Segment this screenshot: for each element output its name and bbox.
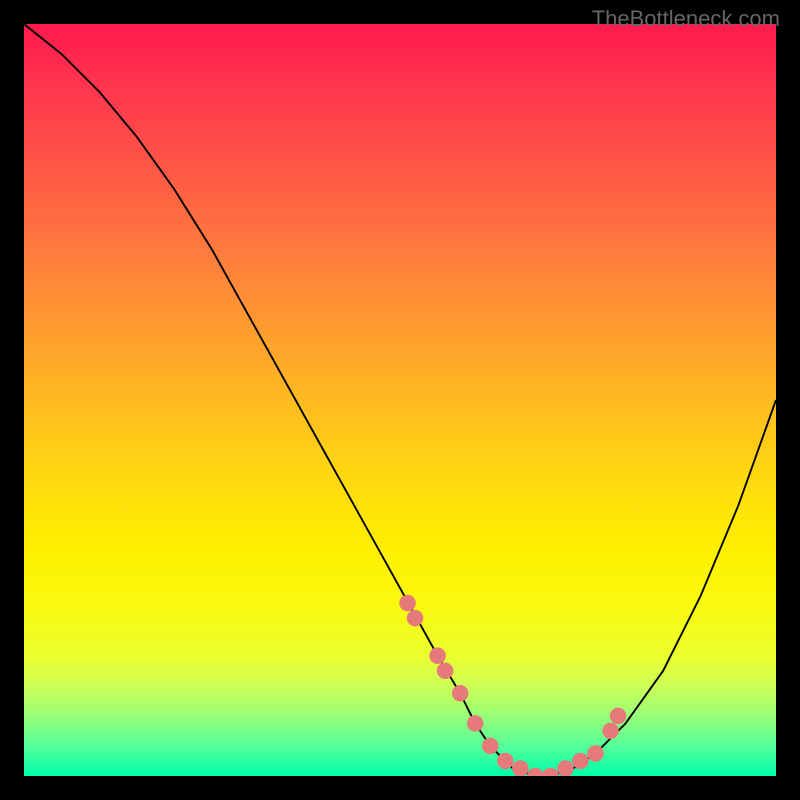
marker-dot — [572, 753, 589, 770]
marker-dot — [407, 610, 424, 627]
marker-dot — [542, 768, 559, 776]
watermark-text: TheBottleneck.com — [592, 6, 780, 32]
marker-dot — [437, 662, 454, 679]
marker-dot — [452, 685, 469, 702]
marker-dot — [587, 745, 604, 762]
marker-dot — [467, 715, 484, 732]
marker-dot — [527, 768, 544, 776]
plot-gradient-area — [24, 24, 776, 776]
marker-dot — [482, 738, 499, 755]
marker-dot — [557, 760, 574, 776]
marker-dot — [610, 708, 627, 725]
marker-dot — [399, 595, 416, 612]
marker-dot — [429, 647, 446, 664]
marker-dot — [602, 723, 619, 740]
chart-svg — [24, 24, 776, 776]
highlight-markers — [399, 595, 626, 776]
bottleneck-curve — [24, 24, 776, 776]
marker-dot — [497, 753, 514, 770]
marker-dot — [512, 760, 529, 776]
